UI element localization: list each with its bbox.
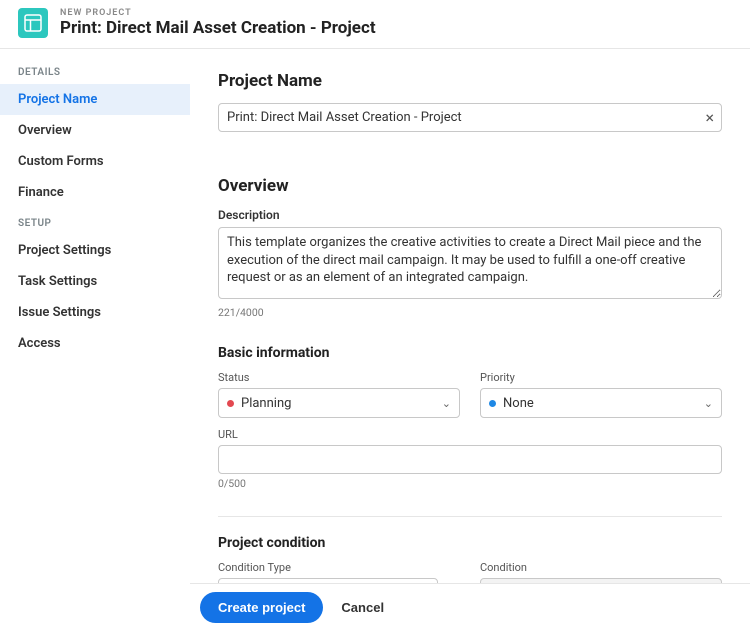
sidebar-item-label: Project Settings: [18, 243, 111, 258]
create-project-button[interactable]: Create project: [200, 592, 323, 623]
divider: [218, 516, 722, 517]
sidebar-item-label: Custom Forms: [18, 154, 104, 169]
status-select[interactable]: Planning ⌄: [218, 388, 460, 418]
sidebar-item-label: Task Settings: [18, 274, 97, 289]
sidebar-section-setup: SETUP: [0, 208, 190, 235]
status-label: Status: [218, 371, 460, 384]
sidebar-item-label: Access: [18, 336, 61, 351]
sidebar-section-details: DETAILS: [0, 57, 190, 84]
dialog-header: NEW PROJECT Print: Direct Mail Asset Cre…: [0, 0, 750, 48]
sidebar: DETAILS Project Name Overview Custom For…: [0, 49, 190, 631]
priority-label: Priority: [480, 371, 722, 384]
sidebar-item-finance[interactable]: Finance: [0, 177, 190, 208]
sidebar-item-project-settings[interactable]: Project Settings: [0, 235, 190, 266]
url-counter: 0/500: [218, 477, 722, 490]
dialog-footer: Create project Cancel: [190, 583, 750, 631]
status-value: Planning: [241, 396, 291, 411]
sidebar-item-project-name[interactable]: Project Name: [0, 84, 190, 115]
sidebar-item-task-settings[interactable]: Task Settings: [0, 266, 190, 297]
description-label: Description: [218, 208, 722, 222]
sidebar-item-label: Overview: [18, 123, 72, 138]
section-basic-info-title: Basic information: [218, 345, 722, 361]
header-subtitle: NEW PROJECT: [60, 8, 376, 18]
condition-label: Condition: [480, 561, 722, 574]
status-dot-icon: [227, 400, 234, 407]
section-project-name-title: Project Name: [218, 71, 722, 91]
section-overview-title: Overview: [218, 176, 722, 196]
description-textarea[interactable]: [218, 227, 722, 299]
sidebar-item-custom-forms[interactable]: Custom Forms: [0, 146, 190, 177]
sidebar-item-issue-settings[interactable]: Issue Settings: [0, 297, 190, 328]
condition-type-label: Condition Type: [218, 561, 460, 574]
description-counter: 221/4000: [218, 306, 722, 319]
chevron-down-icon: ⌄: [704, 397, 713, 410]
priority-dot-icon: [489, 400, 496, 407]
sidebar-item-label: Project Name: [18, 92, 97, 107]
project-template-icon: [18, 8, 48, 38]
cancel-button[interactable]: Cancel: [341, 600, 384, 615]
url-label: URL: [218, 428, 722, 441]
header-title: Print: Direct Mail Asset Creation - Proj…: [60, 18, 376, 38]
section-project-condition-title: Project condition: [218, 535, 722, 551]
sidebar-item-label: Issue Settings: [18, 305, 101, 320]
sidebar-item-overview[interactable]: Overview: [0, 115, 190, 146]
project-name-input[interactable]: [218, 103, 722, 132]
clear-icon[interactable]: ×: [705, 110, 714, 126]
priority-select[interactable]: None ⌄: [480, 388, 722, 418]
sidebar-item-label: Finance: [18, 185, 64, 200]
priority-value: None: [503, 396, 534, 411]
main-content[interactable]: Project Name × Overview Description 221/…: [190, 49, 750, 583]
chevron-down-icon: ⌄: [442, 397, 451, 410]
url-input[interactable]: [218, 445, 722, 474]
sidebar-item-access[interactable]: Access: [0, 328, 190, 359]
